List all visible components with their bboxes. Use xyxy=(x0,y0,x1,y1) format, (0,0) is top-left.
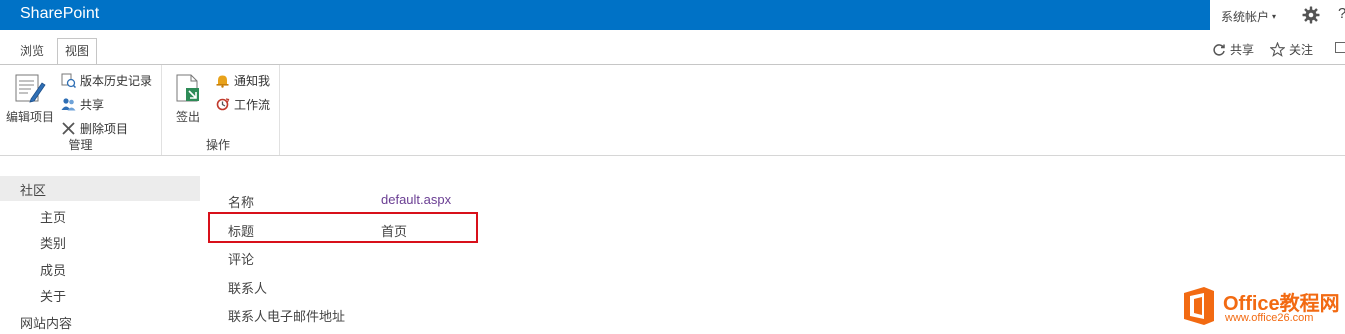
follow-button[interactable]: 关注 xyxy=(1270,41,1313,58)
nav-item-home[interactable]: 主页 xyxy=(40,207,66,226)
property-label-contact-email: 联系人电子邮件地址 xyxy=(228,309,346,324)
property-value-name-link[interactable]: default.aspx xyxy=(381,192,451,207)
ribbon-group-manage: 编辑项目 版本历史记录 共享 删除项目 管理 xyxy=(0,65,162,155)
edit-item-button[interactable]: 编辑项目 xyxy=(5,73,55,125)
share-users-icon xyxy=(61,97,76,110)
group-label-actions: 操作 xyxy=(206,138,231,152)
nav-item-community[interactable]: 社区 xyxy=(0,176,200,201)
group-label-manage: 管理 xyxy=(68,138,93,152)
nav-item-about[interactable]: 关于 xyxy=(40,286,66,305)
account-menu[interactable]: 系统帐户 ▾ xyxy=(1221,8,1276,25)
checkout-label: 签出 xyxy=(175,110,200,124)
property-label-name: 名称 xyxy=(228,195,255,210)
ribbon-group-actions: 签出 通知我 工作流 操作 xyxy=(162,65,280,155)
share-item-label: 共享 xyxy=(80,97,105,112)
office-logo-icon xyxy=(1184,287,1214,325)
gear-icon[interactable] xyxy=(1302,6,1320,24)
share-item-button[interactable]: 共享 xyxy=(61,94,104,114)
alert-bell-icon xyxy=(216,75,229,88)
workflow-icon xyxy=(216,97,230,110)
suite-bar: SharePoint 系统帐户 ▾ ? xyxy=(0,0,1345,30)
delete-item-label: 删除项目 xyxy=(80,121,129,136)
workflow-label: 工作流 xyxy=(234,97,271,112)
delete-x-icon xyxy=(62,121,75,135)
nav-item-categories[interactable]: 类别 xyxy=(40,233,66,252)
follow-label: 关注 xyxy=(1289,43,1314,57)
title-row-highlight-box xyxy=(208,212,478,243)
suite-bar-right: 系统帐户 ▾ ? xyxy=(1210,0,1345,30)
edit-item-icon xyxy=(15,74,46,103)
suite-bar-brand-area: SharePoint xyxy=(0,0,1210,30)
property-label-comments: 评论 xyxy=(228,252,255,267)
star-icon xyxy=(1270,42,1285,57)
edit-item-label: 编辑项目 xyxy=(5,110,54,124)
share-page-button[interactable]: 共享 xyxy=(1212,41,1254,58)
tab-view[interactable]: 视图 xyxy=(57,38,98,64)
alert-me-button[interactable]: 通知我 xyxy=(215,70,270,90)
version-history-icon xyxy=(61,73,76,88)
chevron-down-icon: ▾ xyxy=(1272,12,1277,21)
share-page-label: 共享 xyxy=(1230,43,1255,57)
workflow-button[interactable]: 工作流 xyxy=(215,94,270,114)
delete-item-button[interactable]: 删除项目 xyxy=(61,118,128,138)
alert-me-label: 通知我 xyxy=(234,73,271,88)
ribbon: 编辑项目 版本历史记录 共享 删除项目 管理 签出 通知我 工作流 操作 xyxy=(0,64,1345,156)
nav-item-site-contents[interactable]: 网站内容 xyxy=(20,313,72,332)
app-brand[interactable]: SharePoint xyxy=(20,5,99,23)
version-history-button[interactable]: 版本历史记录 xyxy=(61,70,152,90)
ribbon-tab-row: 浏览 视图 共享 关注 xyxy=(0,30,1345,64)
property-label-contact: 联系人 xyxy=(228,281,268,296)
site-watermark: Office教程网 www.office26.com xyxy=(1180,283,1345,328)
share-sync-icon xyxy=(1213,43,1225,56)
account-label: 系统帐户 xyxy=(1221,10,1270,24)
version-history-label: 版本历史记录 xyxy=(80,73,153,88)
checkout-button[interactable]: 签出 xyxy=(172,73,204,125)
tab-browse[interactable]: 浏览 xyxy=(13,39,51,64)
checkout-icon xyxy=(176,74,199,102)
help-icon[interactable]: ? xyxy=(1338,5,1345,22)
focus-on-content-icon[interactable] xyxy=(1335,42,1345,53)
watermark-url: www.office26.com xyxy=(1225,312,1314,324)
nav-item-members[interactable]: 成员 xyxy=(40,260,66,279)
